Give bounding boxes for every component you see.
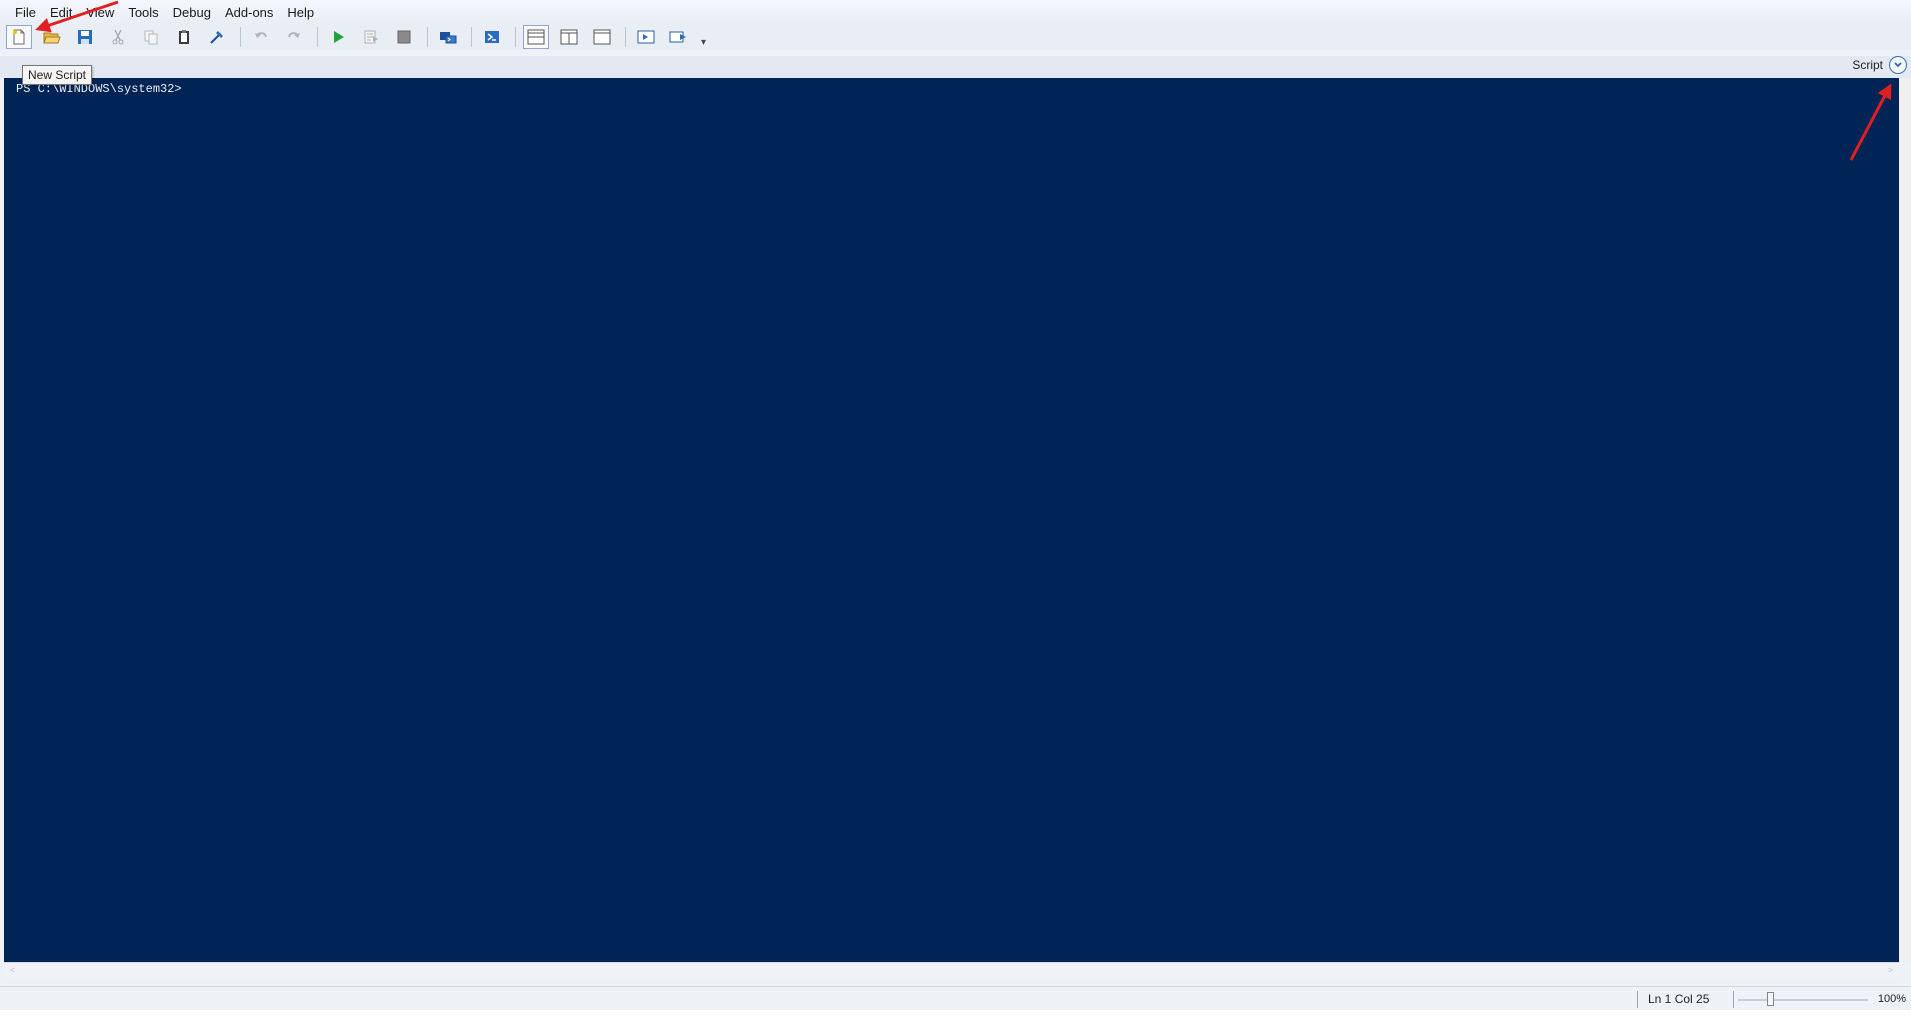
script-pane-top-button[interactable]: [523, 25, 549, 49]
window-bottom-edge: [0, 1010, 1911, 1016]
toolbar-separator: [240, 27, 241, 47]
undo-icon: [255, 32, 267, 38]
show-command-addon-button[interactable]: [666, 25, 692, 49]
cut-icon: [112, 29, 124, 45]
script-pane-top-icon: [527, 29, 545, 45]
console-vertical-scrollbar[interactable]: [1899, 78, 1911, 962]
toolbar-overflow-icon[interactable]: ▾: [701, 37, 706, 48]
show-script-pane-icon: [637, 30, 655, 44]
menu-bar: File Edit View Tools Debug Add-ons Help: [0, 0, 1911, 24]
menu-file[interactable]: File: [8, 0, 43, 24]
run-icon: [334, 31, 344, 43]
remote-powershell-icon: [440, 32, 457, 44]
toolbar-separator: [625, 27, 626, 47]
new-script-button[interactable]: [6, 25, 32, 49]
status-bar: Ln 1 Col 25 100%: [0, 986, 1911, 1010]
menu-help[interactable]: Help: [280, 0, 321, 24]
chevron-down-circle-icon: [1894, 62, 1902, 68]
paste-button[interactable]: [171, 25, 197, 49]
run-button[interactable]: [325, 25, 351, 49]
powershell-ise-window: File Edit View Tools Debug Add-ons Help: [0, 0, 1911, 1016]
copy-icon: [144, 30, 158, 45]
scroll-left-icon[interactable]: <: [10, 965, 15, 975]
script-pane-label: Script: [1852, 58, 1883, 72]
cut-button[interactable]: [105, 25, 131, 49]
status-separator: [1733, 991, 1734, 1008]
open-icon: [43, 32, 61, 44]
stop-icon: [397, 30, 411, 44]
console-horizontal-scrollbar[interactable]: < >: [4, 962, 1899, 978]
clear-console-button[interactable]: [204, 25, 230, 49]
toolbar-separator: [317, 27, 318, 47]
run-selection-icon: [364, 30, 378, 44]
cursor-position: Ln 1 Col 25: [1648, 992, 1710, 1006]
powershell-console-button[interactable]: [479, 25, 505, 49]
redo-icon: [288, 32, 300, 38]
new-script-icon: [13, 29, 25, 45]
menu-view[interactable]: View: [79, 0, 121, 24]
menu-add-ons[interactable]: Add-ons: [218, 0, 280, 24]
run-selection-button[interactable]: [358, 25, 384, 49]
scroll-right-icon[interactable]: >: [1888, 965, 1893, 975]
save-icon: [78, 30, 92, 44]
redo-button[interactable]: [281, 25, 307, 49]
script-pane-maximized-icon: [593, 29, 611, 45]
show-command-addon-icon: [669, 31, 686, 43]
toolbar-separator: [471, 27, 472, 47]
remote-powershell-button[interactable]: [435, 25, 461, 49]
expand-script-pane-button[interactable]: [1889, 56, 1907, 74]
undo-button[interactable]: [248, 25, 274, 49]
copy-button[interactable]: [138, 25, 164, 49]
zoom-slider-thumb[interactable]: [1766, 992, 1774, 1006]
stop-button[interactable]: [391, 25, 417, 49]
paste-icon: [179, 30, 189, 44]
toolbar-separator: [515, 27, 516, 47]
console-pane[interactable]: PS C:\WINDOWS\system32>: [4, 78, 1899, 962]
zoom-slider-track[interactable]: [1738, 999, 1868, 1001]
menu-edit[interactable]: Edit: [43, 0, 79, 24]
zoom-percentage: 100%: [1877, 993, 1906, 1005]
toolbar-separator: [427, 27, 428, 47]
toolbar: ▾: [0, 24, 1911, 50]
script-pane-maximized-button[interactable]: [589, 25, 615, 49]
menu-debug[interactable]: Debug: [166, 0, 218, 24]
show-script-pane-button[interactable]: [633, 25, 659, 49]
script-pane-right-icon: [560, 29, 578, 45]
status-separator: [1637, 991, 1638, 1008]
powershell-console-icon: [485, 31, 499, 43]
new-script-tooltip: New Script: [22, 65, 93, 85]
save-button[interactable]: [72, 25, 98, 49]
menu-tools[interactable]: Tools: [121, 0, 165, 24]
open-button[interactable]: [39, 25, 65, 49]
script-pane-header: [0, 56, 1911, 78]
clear-console-icon: [210, 31, 223, 44]
script-pane-right-button[interactable]: [556, 25, 582, 49]
